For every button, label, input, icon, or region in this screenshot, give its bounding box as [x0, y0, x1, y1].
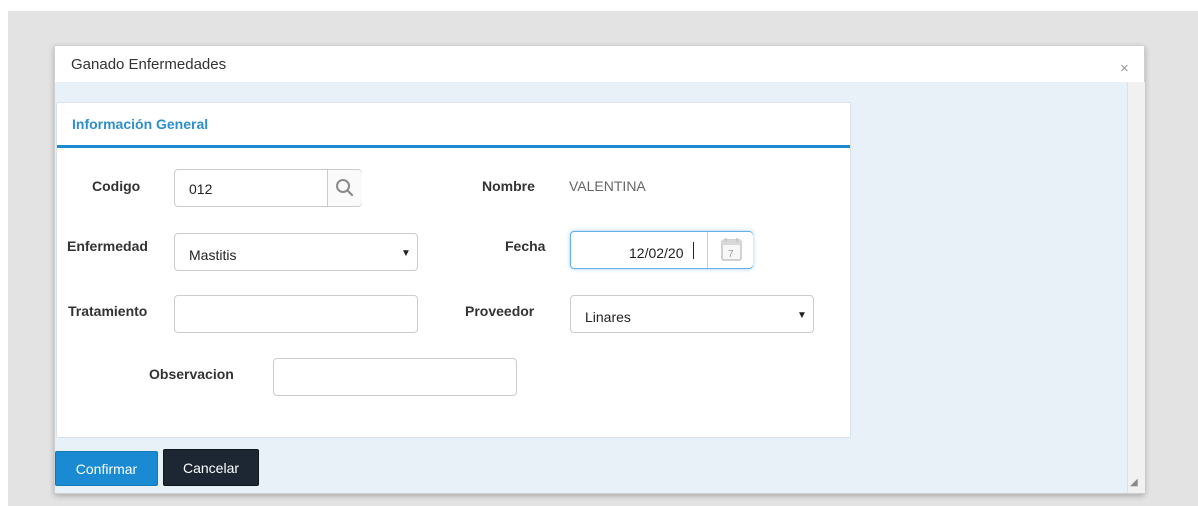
confirm-button[interactable]: Confirmar [55, 451, 158, 486]
top-bar [0, 0, 1198, 8]
proveedor-label: Proveedor [465, 303, 535, 319]
proveedor-select[interactable]: Linares ▼ [570, 295, 814, 333]
fecha-label: Fecha [505, 238, 546, 254]
text-cursor [693, 242, 694, 259]
tratamiento-label: Tratamiento [68, 303, 148, 319]
proveedor-value: Linares [585, 309, 631, 325]
dialog: Ganado Enfermedades × Información Genera… [54, 45, 1145, 494]
dialog-body: Información General Codigo 012 Nombre VA… [55, 82, 1127, 493]
calendar-day: 7 [728, 249, 734, 260]
scrollbar[interactable] [1127, 82, 1145, 493]
dialog-header: Ganado Enfermedades × [55, 46, 1144, 82]
fecha-value: 12/02/20 [629, 245, 684, 261]
dialog-title: Ganado Enfermedades [71, 56, 227, 73]
calendar-button[interactable]: 7 [707, 232, 753, 268]
panel-header: Información General [57, 103, 850, 148]
enfermedad-select[interactable]: Mastitis ▼ [174, 233, 418, 271]
tratamiento-input[interactable] [174, 295, 418, 333]
resize-handle-icon[interactable]: ◢ [1130, 477, 1138, 488]
enfermedad-value: Mastitis [189, 247, 237, 263]
codigo-input[interactable]: 012 [174, 169, 362, 207]
nombre-value: VALENTINA [569, 178, 646, 194]
general-info-panel: Información General Codigo 012 Nombre VA… [56, 102, 851, 438]
search-button[interactable] [327, 170, 362, 206]
chevron-down-icon: ▼ [401, 248, 411, 259]
search-icon [336, 179, 354, 197]
fecha-input[interactable]: 12/02/20 7 [570, 231, 753, 269]
codigo-value: 012 [189, 181, 213, 197]
cancel-button[interactable]: Cancelar [163, 449, 259, 486]
close-icon[interactable]: × [1120, 60, 1129, 77]
observacion-label: Observacion [149, 366, 234, 382]
observacion-input[interactable] [273, 358, 517, 396]
enfermedad-label: Enfermedad [67, 238, 148, 254]
panel-title: Información General [72, 116, 209, 132]
nombre-label: Nombre [482, 178, 535, 194]
calendar-icon: 7 [721, 238, 742, 261]
codigo-label: Codigo [92, 178, 141, 194]
chevron-down-icon: ▼ [797, 310, 807, 321]
